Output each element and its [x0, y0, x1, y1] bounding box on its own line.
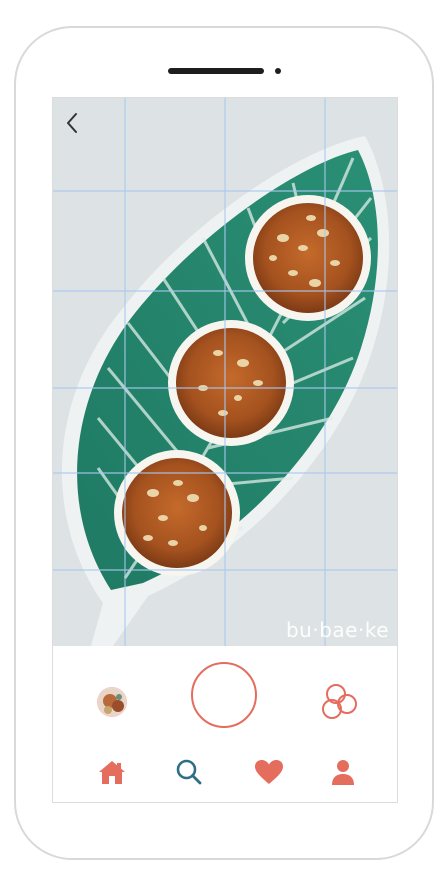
speaker-slot [168, 68, 264, 74]
bottom-navigation [53, 756, 397, 796]
gallery-thumbnail [98, 688, 126, 716]
back-chevron-icon [67, 113, 77, 133]
preview-image [53, 98, 397, 646]
photo-watermark: bu·bae·ke [285, 618, 389, 642]
front-camera [275, 68, 281, 74]
filters-button[interactable] [318, 681, 362, 725]
search-icon [176, 759, 202, 785]
nav-search[interactable] [173, 756, 205, 788]
gallery-thumbnail-button[interactable] [97, 687, 127, 717]
nav-likes[interactable] [253, 756, 285, 788]
home-icon [99, 761, 125, 784]
camera-preview: bu·bae·ke [53, 98, 397, 646]
shutter-button[interactable] [191, 662, 257, 728]
profile-icon [332, 760, 354, 785]
camera-controls [53, 646, 397, 802]
back-button[interactable] [61, 110, 83, 136]
nav-profile[interactable] [327, 756, 359, 788]
filters-icon [322, 684, 357, 719]
nav-home[interactable] [96, 756, 128, 788]
app-screen: bu·bae·ke [52, 97, 398, 803]
heart-icon [255, 760, 283, 784]
